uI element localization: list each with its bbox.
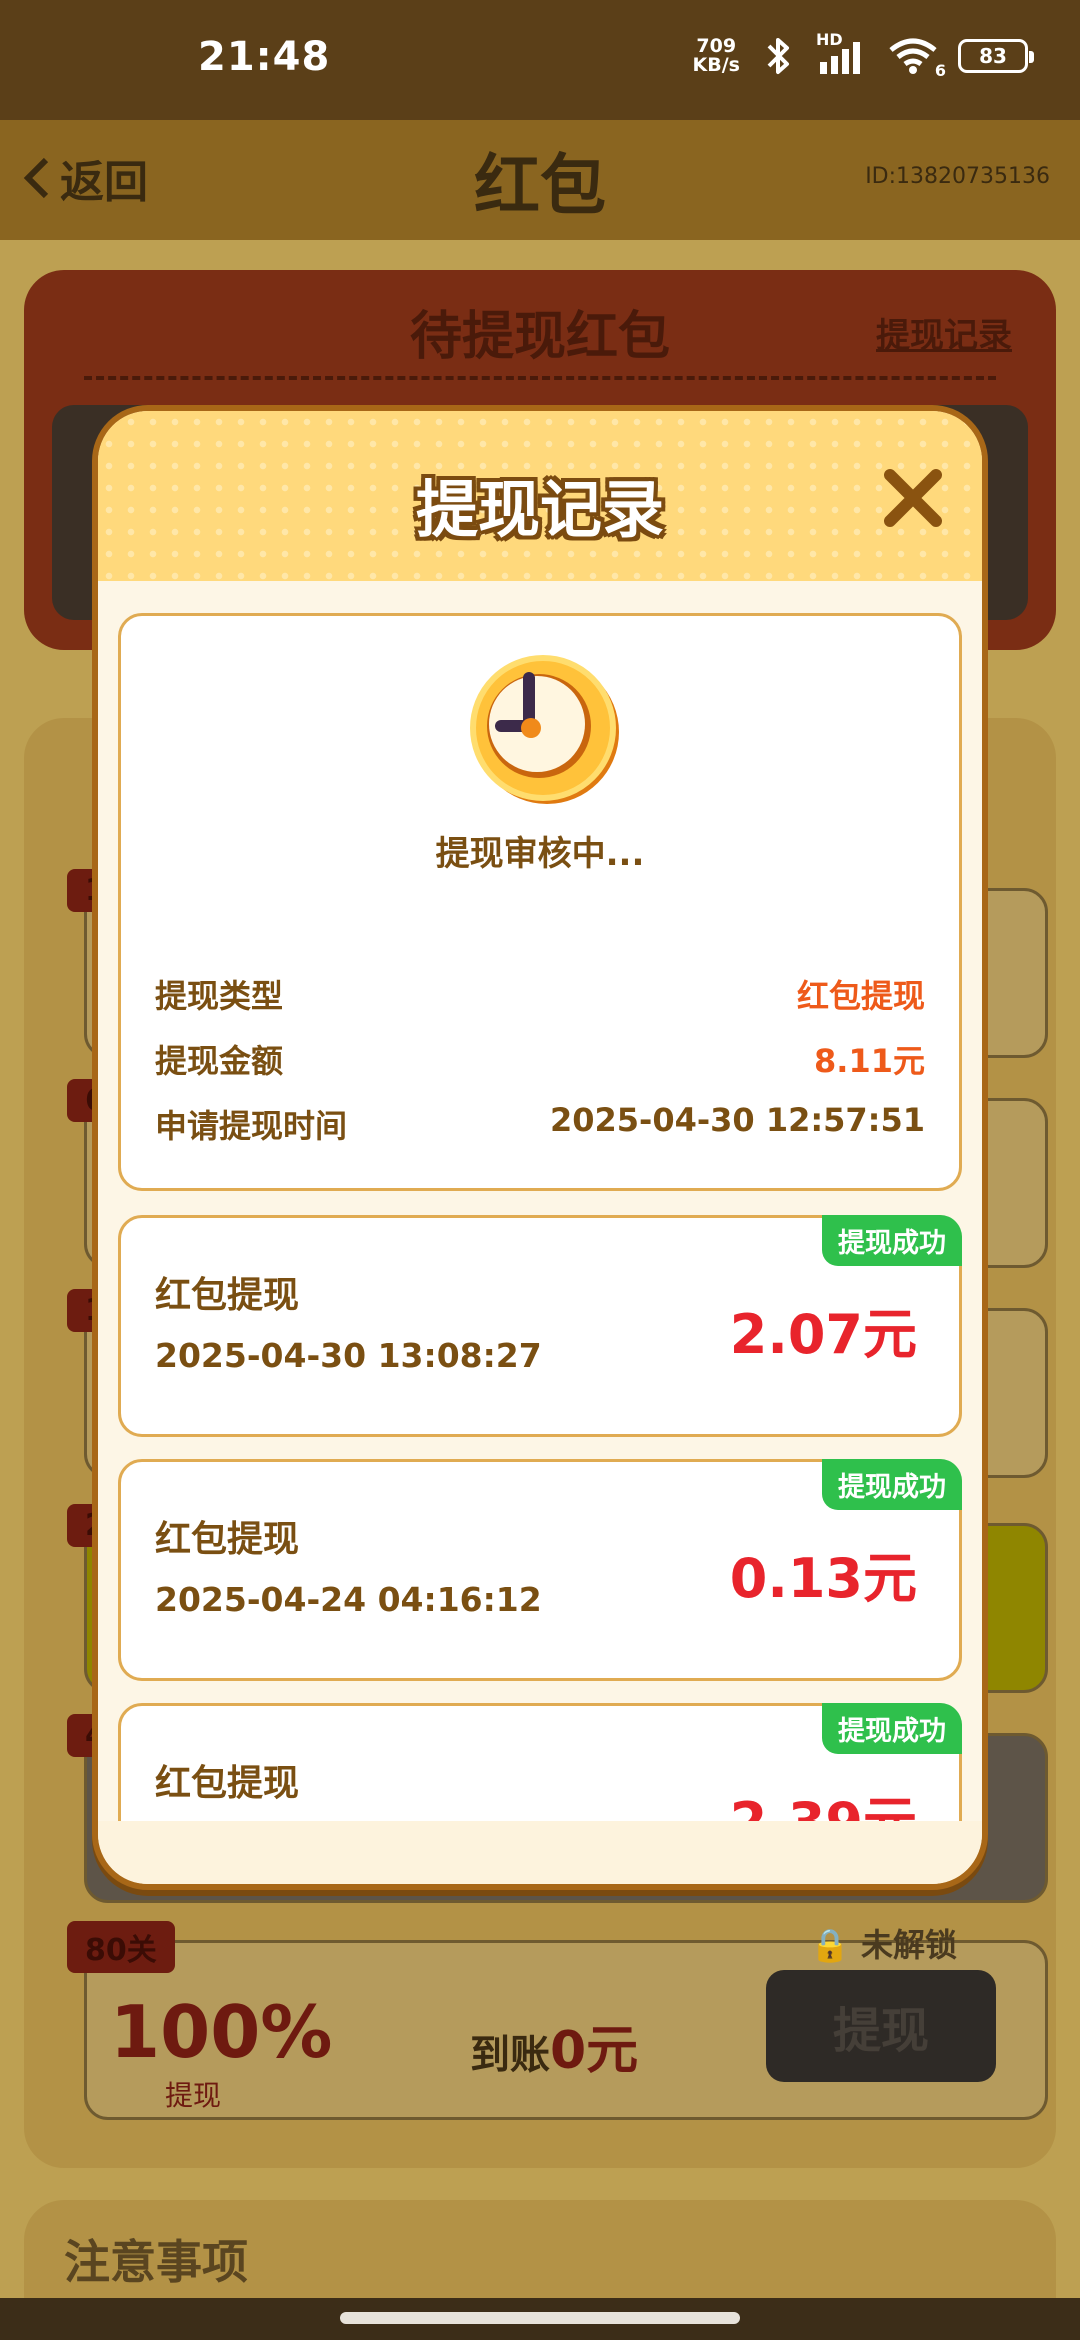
withdraw-record-card: 提现成功 红包提现 2025-04-24 04:16:12 0.13元 xyxy=(118,1459,962,1681)
record-type: 红包提现 xyxy=(155,1763,300,1804)
dialog-header: 提现记录 xyxy=(98,411,982,581)
system-nav-bar xyxy=(0,2298,1080,2340)
cellular-signal-icon: HD xyxy=(816,30,868,76)
records-list[interactable]: 提现审核中... 提现类型 红包提现 提现金额 8.11元 申请提现时间 202… xyxy=(98,581,982,1821)
record-type: 红包提现 xyxy=(155,1519,300,1560)
record-amount: 2.07元 xyxy=(729,1303,917,1366)
network-speed: 709 KB/s xyxy=(693,37,740,75)
record-time: 2025-04-30 13:08:27 xyxy=(155,1336,542,1375)
lock-icon: 🔒 xyxy=(810,1926,850,1964)
pending-withdraw-card: 提现审核中... 提现类型 红包提现 提现金额 8.11元 申请提现时间 202… xyxy=(118,613,962,1191)
user-id: ID:13820735136 xyxy=(865,164,1050,189)
close-icon xyxy=(884,469,942,527)
status-bar: 21:48 709 KB/s HD 6 83 xyxy=(0,0,1080,120)
withdraw-record-card: 提现成功 红包提现 2.39元 xyxy=(118,1703,962,1821)
record-type: 红包提现 xyxy=(155,1275,300,1316)
dialog-title: 提现记录 xyxy=(415,473,664,546)
bluetooth-icon xyxy=(758,36,798,76)
signal-hd-label: HD xyxy=(816,30,843,49)
locked-text: 未解锁 xyxy=(860,1926,957,1964)
arrive-prefix: 到账 xyxy=(470,2032,550,2078)
wifi-6-label: 6 xyxy=(934,61,946,80)
pending-status: 提现审核中... xyxy=(435,834,645,874)
pending-value: 2025-04-30 12:57:51 xyxy=(549,1101,925,1139)
pending-key: 提现类型 xyxy=(155,977,284,1015)
status-time: 21:48 xyxy=(198,34,331,80)
success-badge: 提现成功 xyxy=(822,1703,962,1754)
screen: 21:48 709 KB/s HD 6 83 返回 红包 ID:13820735… xyxy=(0,0,1080,2340)
withdraw-records-dialog: 提现记录 提现审核中... 提现类型 红包提现 提现金额 8.11元 申请提现时… xyxy=(92,405,988,1890)
network-speed-unit: KB/s xyxy=(692,54,740,76)
record-amount: 0.13元 xyxy=(729,1547,917,1610)
arrive-value: 0元 xyxy=(550,2021,639,2081)
level-percent-sub: 提现 xyxy=(165,2079,222,2112)
pending-key: 提现金额 xyxy=(155,1042,284,1080)
withdraw-record-card: 提现成功 红包提现 2025-04-30 13:08:27 2.07元 xyxy=(118,1215,962,1437)
wifi-icon: 6 xyxy=(886,36,946,80)
locked-label: 🔒 未解锁 xyxy=(810,1920,957,1966)
pending-key: 申请提现时间 xyxy=(155,1107,348,1145)
close-button[interactable] xyxy=(880,465,946,531)
status-icons: 709 KB/s HD 6 83 xyxy=(693,30,1034,80)
level-percent: 100% xyxy=(110,1990,333,2074)
pending-row-type: 提现类型 红包提现 xyxy=(155,971,925,1017)
dialog-footer xyxy=(98,1821,982,1884)
withdraw-records-link[interactable]: 提现记录 xyxy=(876,308,1012,357)
pending-row-time: 申请提现时间 2025-04-30 12:57:51 xyxy=(155,1101,925,1147)
withdraw-button[interactable]: 提现 xyxy=(766,1970,996,2082)
dashed-divider xyxy=(84,376,996,380)
success-badge: 提现成功 xyxy=(822,1215,962,1266)
pending-value: 8.11元 xyxy=(814,1042,925,1080)
arrive-amount: 到账0元 xyxy=(470,2008,638,2083)
battery-icon: 83 xyxy=(958,39,1034,73)
success-badge: 提现成功 xyxy=(822,1459,962,1510)
record-time: 2025-04-24 04:16:12 xyxy=(155,1580,542,1619)
top-nav: 返回 红包 ID:13820735136 xyxy=(0,120,1080,240)
battery-level: 83 xyxy=(979,44,1007,68)
notice-title: 注意事项 xyxy=(64,2235,248,2289)
pending-value: 红包提现 xyxy=(796,977,925,1015)
clock-icon xyxy=(470,655,619,804)
record-amount: 2.39元 xyxy=(730,1778,917,1821)
pending-row-amount: 提现金额 8.11元 xyxy=(155,1036,925,1082)
home-indicator[interactable] xyxy=(340,2312,740,2324)
level-tag-80: 80关 xyxy=(67,1921,175,1973)
